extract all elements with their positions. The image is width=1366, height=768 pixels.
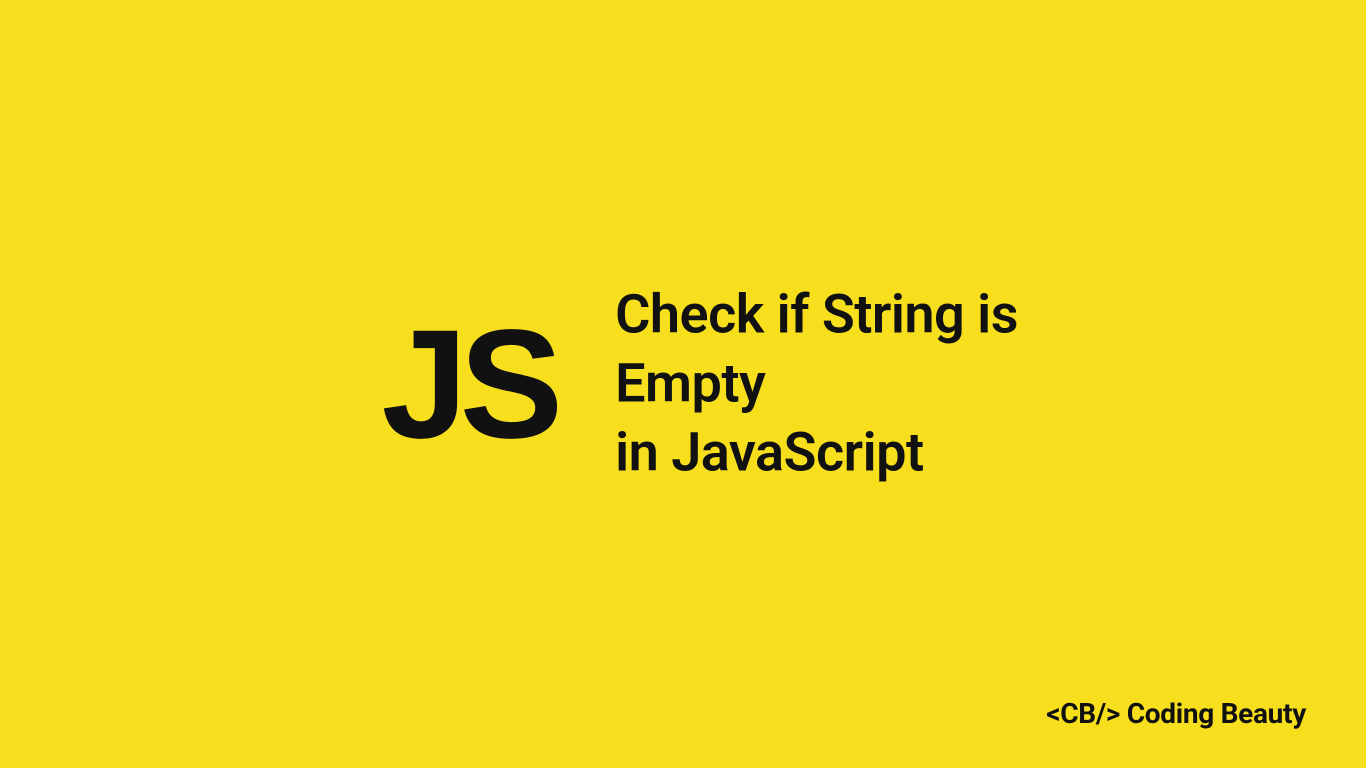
brand-signature: <CB/> Coding Beauty xyxy=(1046,697,1306,730)
title-line-1: Check if String is Empty xyxy=(615,280,1024,418)
article-title: Check if String is Empty in JavaScript xyxy=(615,280,1024,487)
title-line-2: in JavaScript xyxy=(615,419,1024,488)
hero-content: JS Check if String is Empty in JavaScrip… xyxy=(342,280,1025,487)
js-logo-badge: JS xyxy=(382,306,556,461)
